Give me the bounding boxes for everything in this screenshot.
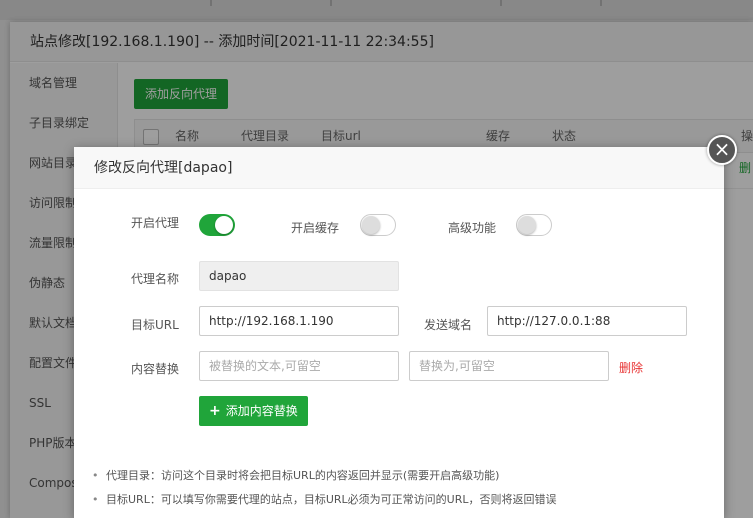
advanced-label: 高级功能 — [448, 221, 497, 235]
enable-cache-label: 开启缓存 — [291, 221, 340, 235]
target-url-input[interactable] — [199, 306, 399, 336]
add-content-replace-label: 添加内容替换 — [225, 404, 298, 418]
proxy-name-field: dapao — [199, 261, 399, 291]
help-notes: 代理目录：访问这个目录时将会把目标URL的内容返回并显示(需要开启高级功能) 目… — [89, 464, 709, 512]
target-url-label: 目标URL — [131, 318, 179, 332]
toggle-knob — [518, 216, 536, 234]
proxy-name-label: 代理名称 — [131, 272, 180, 286]
send-domain-label: 发送域名 — [424, 318, 473, 332]
replace-to-input[interactable] — [409, 351, 609, 381]
plus-icon: + — [209, 403, 221, 419]
replace-from-input[interactable] — [199, 351, 399, 381]
enable-proxy-label: 开启代理 — [131, 216, 180, 230]
close-icon[interactable]: × — [707, 135, 737, 165]
enable-cache-toggle[interactable] — [360, 214, 396, 236]
content-replace-label: 内容替换 — [131, 362, 180, 376]
send-domain-input[interactable] — [487, 306, 687, 336]
toggle-knob — [215, 216, 233, 234]
help-note-target-url: 目标URL：可以填写你需要代理的站点，目标URL必须为可正常访问的URL，否则将… — [89, 488, 709, 512]
dialog-title: 修改反向代理[dapao] — [74, 147, 724, 189]
delete-replace-link[interactable]: 删除 — [619, 359, 643, 376]
help-note-proxy-dir: 代理目录：访问这个目录时将会把目标URL的内容返回并显示(需要开启高级功能) — [89, 464, 709, 488]
add-content-replace-button[interactable]: + 添加内容替换 — [199, 396, 308, 426]
edit-proxy-dialog: 修改反向代理[dapao] 开启代理 开启缓存 高级功能 代理名称 dapao … — [74, 147, 724, 518]
advanced-toggle[interactable] — [516, 214, 552, 236]
toggle-knob — [362, 216, 380, 234]
enable-proxy-toggle[interactable] — [199, 214, 235, 236]
